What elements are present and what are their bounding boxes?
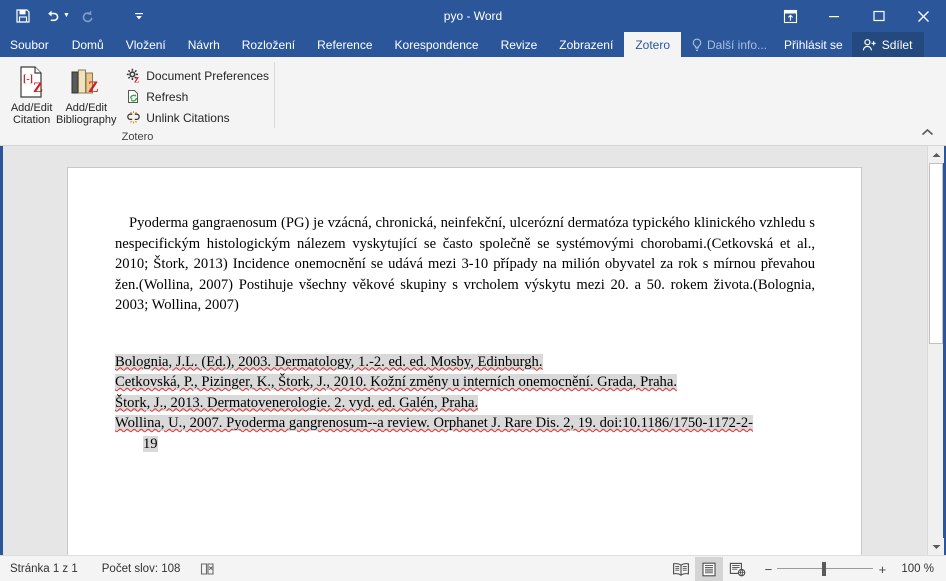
ribbon-group-zotero: [-] Z Add/Edit Citation Z Add/Edit Bibli…	[0, 57, 275, 146]
refresh-label: Refresh	[146, 89, 189, 104]
proofing-errors-icon[interactable]	[200, 562, 216, 576]
print-layout-button[interactable]	[695, 557, 724, 581]
svg-text:Z: Z	[134, 75, 139, 83]
person-add-icon	[862, 38, 877, 52]
tell-me-search[interactable]: Další info...	[681, 32, 775, 57]
sign-in-button[interactable]: Přihlásit se	[775, 32, 852, 57]
tab-domu[interactable]: Domů	[61, 32, 115, 57]
unlink-citations-button[interactable]: Unlink Citations	[123, 107, 269, 128]
ribbon: [-] Z Add/Edit Citation Z Add/Edit Bibli…	[0, 57, 946, 146]
tab-zobrazeni[interactable]: Zobrazení	[548, 32, 624, 57]
document-preferences-icon: Z	[123, 68, 143, 83]
collapse-ribbon-icon[interactable]	[918, 123, 936, 141]
svg-text:[-]: [-]	[23, 74, 33, 85]
document-page[interactable]: Pyoderma gangraenosum (PG) je vzácná, ch…	[68, 168, 861, 555]
close-icon[interactable]	[901, 0, 946, 32]
add-edit-bibliography-label: Add/Edit Bibliography	[56, 102, 117, 126]
word-application-window: ▼ pyo - Word Soubor Domů Vložení Návrh R…	[0, 0, 946, 581]
page-info[interactable]: Stránka 1 z 1	[10, 563, 78, 575]
zoom-in-button[interactable]: +	[873, 562, 891, 577]
tab-reference[interactable]: Reference	[306, 32, 383, 57]
unlink-citations-icon	[123, 110, 143, 125]
web-layout-button[interactable]	[723, 557, 751, 581]
zoom-control: − +	[759, 562, 891, 577]
add-edit-citation-button[interactable]: [-] Z Add/Edit Citation	[6, 61, 57, 126]
add-edit-bibliography-icon: Z	[69, 64, 103, 100]
scroll-up-icon[interactable]	[928, 146, 944, 163]
add-edit-bibliography-button[interactable]: Z Add/Edit Bibliography	[56, 61, 117, 126]
bibliography-entry: Wollina, U., 2007. Pyoderma gangrenosum-…	[115, 415, 753, 452]
share-button[interactable]: Sdílet	[851, 32, 925, 57]
ribbon-group-label: Zotero	[121, 131, 154, 143]
tab-soubor[interactable]: Soubor	[0, 32, 61, 57]
refresh-icon	[123, 89, 143, 104]
bibliography-entry: Bolognia, J.L. (Ed.), 2003. Dermatology,…	[115, 353, 543, 370]
add-edit-citation-label: Add/Edit Citation	[10, 102, 53, 126]
svg-text:Z: Z	[33, 80, 43, 96]
unlink-citations-label: Unlink Citations	[146, 110, 230, 125]
refresh-button[interactable]: Refresh	[123, 86, 269, 107]
zoom-slider-handle[interactable]	[822, 562, 827, 576]
read-mode-button[interactable]	[667, 557, 695, 581]
bibliography-entry: Cetkovská, P., Pizinger, K., Štork, J., …	[115, 374, 677, 390]
zoom-out-button[interactable]: −	[759, 562, 777, 577]
tab-navrh[interactable]: Návrh	[177, 32, 231, 57]
scroll-down-icon[interactable]	[928, 538, 944, 555]
word-count[interactable]: Počet slov: 108	[102, 563, 181, 575]
ribbon-tab-bar: Soubor Domů Vložení Návrh Rozložení Refe…	[0, 32, 946, 57]
minimize-icon[interactable]	[811, 0, 856, 32]
ribbon-display-options-icon[interactable]	[769, 0, 811, 32]
title-bar: ▼ pyo - Word	[0, 0, 946, 32]
bibliography-entry: Štork, J., 2013. Dermatovenerologie. 2. …	[115, 394, 479, 411]
share-label: Sdílet	[881, 37, 913, 52]
svg-text:Z: Z	[88, 79, 99, 96]
window-controls	[769, 0, 946, 32]
document-preferences-label: Document Preferences	[146, 68, 269, 83]
tab-korespondence[interactable]: Korespondence	[384, 32, 490, 57]
zoom-slider[interactable]	[777, 562, 874, 576]
vertical-scrollbar[interactable]	[927, 146, 944, 555]
add-edit-citation-icon: [-] Z	[16, 64, 48, 100]
zoom-level[interactable]: 100 %	[901, 563, 934, 575]
document-body[interactable]: Pyoderma gangraenosum (PG) je vzácná, ch…	[115, 213, 815, 454]
tab-vlozeni[interactable]: Vložení	[115, 32, 177, 57]
status-bar: Stránka 1 z 1 Počet slov: 108 − + 100 %	[0, 555, 946, 581]
tell-me-label: Další info...	[707, 37, 768, 52]
scrollbar-thumb[interactable]	[929, 163, 943, 344]
bibliography-block[interactable]: Bolognia, J.L. (Ed.), 2003. Dermatology,…	[115, 352, 815, 455]
document-paragraph: Pyoderma gangraenosum (PG) je vzácná, ch…	[115, 215, 815, 313]
tab-revize[interactable]: Revize	[490, 32, 549, 57]
tab-rozlozeni[interactable]: Rozložení	[231, 32, 306, 57]
lightbulb-icon	[691, 38, 703, 52]
tab-zotero[interactable]: Zotero	[624, 32, 681, 57]
status-bar-right: − + 100 %	[667, 556, 946, 581]
maximize-icon[interactable]	[856, 0, 901, 32]
zotero-small-commands: Z Document Preferences Refresh Unlink Ci…	[123, 61, 269, 128]
document-preferences-button[interactable]: Z Document Preferences	[123, 65, 269, 86]
document-work-area: Pyoderma gangraenosum (PG) je vzácná, ch…	[3, 146, 943, 555]
